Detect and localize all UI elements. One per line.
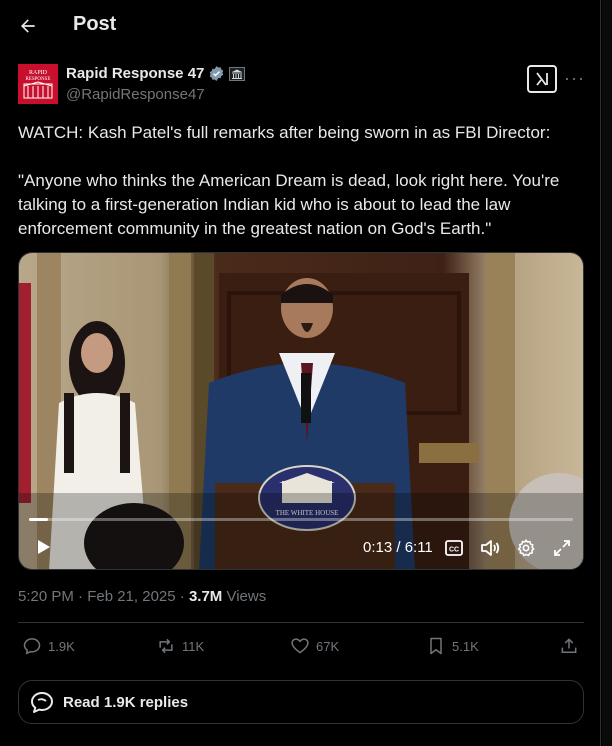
video-progress-fill: [29, 518, 49, 521]
fullscreen-button[interactable]: [551, 537, 573, 559]
svg-text:RAPID: RAPID: [29, 70, 48, 76]
back-button[interactable]: [14, 12, 42, 40]
chat-bubbles-icon: [31, 692, 53, 713]
read-replies-button[interactable]: Read 1.9K replies: [18, 680, 584, 724]
bookmark-icon: [430, 637, 442, 655]
page-title: Post: [73, 13, 117, 35]
repost-icon: [159, 638, 173, 654]
heart-icon: [291, 638, 309, 654]
captions-button[interactable]: CC: [443, 537, 465, 559]
verified-badge-icon[interactable]: [208, 65, 225, 82]
bookmark-button[interactable]: 5.1K: [426, 636, 479, 656]
fullscreen-icon: [554, 540, 570, 556]
post-detail-column: Post RAPID RESPONSE Rapid Response 47 @R…: [0, 0, 601, 746]
play-button[interactable]: [33, 537, 53, 557]
government-building-icon[interactable]: [229, 66, 246, 81]
reply-count: 1.9K: [48, 638, 75, 654]
repost-button[interactable]: 11K: [156, 636, 204, 656]
captions-icon: CC: [445, 540, 463, 556]
arrow-left-icon: [21, 19, 35, 33]
views-count: 3.7M: [188, 588, 223, 605]
tweet-text: WATCH: Kash Patel's full remarks after b…: [18, 123, 560, 238]
reply-icon: [23, 638, 41, 655]
author-handle[interactable]: @RapidResponse47: [66, 86, 205, 103]
post-timestamp[interactable]: 5:20 PM · Feb 21, 2025: [18, 588, 176, 605]
scrollbar-track[interactable]: [602, 0, 612, 746]
reply-button[interactable]: 1.9K: [22, 636, 75, 656]
page-header: Post: [0, 0, 601, 52]
svg-text:RESPONSE: RESPONSE: [25, 77, 50, 82]
like-button[interactable]: 67K: [290, 636, 339, 656]
like-count: 67K: [316, 638, 340, 654]
author-name[interactable]: Rapid Response 47: [66, 65, 204, 82]
read-replies-label: Read 1.9K replies: [63, 693, 189, 711]
divider: [18, 622, 584, 623]
volume-button[interactable]: [479, 537, 501, 559]
meta-separator: ·: [179, 588, 185, 605]
grok-button[interactable]: [527, 65, 557, 93]
video-time: 0:13 / 6:11: [363, 539, 433, 556]
repost-count: 11K: [182, 638, 205, 654]
play-icon: [38, 540, 50, 554]
post-meta: 5:20 PM · Feb 21, 2025 · 3.7M Views: [18, 588, 266, 605]
share-button[interactable]: [559, 636, 579, 656]
settings-button[interactable]: [515, 537, 537, 559]
video-player[interactable]: THE WHITE HOUSE 0:13 / 6:11 CC: [18, 252, 584, 570]
volume-icon: [481, 540, 500, 556]
avatar[interactable]: RAPID RESPONSE: [18, 64, 58, 104]
gear-icon: [517, 539, 535, 557]
video-progress-bar[interactable]: [29, 518, 573, 521]
share-icon: [561, 638, 577, 653]
views-label: Views: [226, 588, 267, 605]
video-frame: THE WHITE HOUSE: [19, 253, 583, 569]
svg-text:CC: CC: [449, 547, 459, 554]
author-name-row: Rapid Response 47: [66, 65, 246, 82]
more-options-button[interactable]: ···: [564, 68, 585, 89]
bookmark-count: 5.1K: [452, 638, 479, 654]
action-bar: 1.9K 11K 67K 5.1K: [18, 636, 584, 660]
grok-icon: [536, 72, 548, 86]
